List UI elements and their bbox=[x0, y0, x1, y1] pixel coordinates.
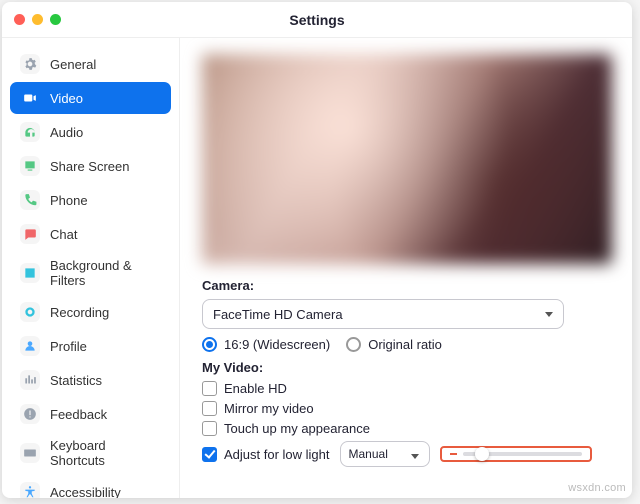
sidebar-item-label: Profile bbox=[50, 339, 87, 354]
sidebar-item-feedback[interactable]: Feedback bbox=[10, 398, 171, 430]
maximize-icon[interactable] bbox=[50, 14, 61, 25]
statistics-icon bbox=[20, 370, 40, 390]
sidebar-item-label: Statistics bbox=[50, 373, 102, 388]
radio-label: Original ratio bbox=[368, 337, 442, 352]
sidebar-item-label: Audio bbox=[50, 125, 83, 140]
sidebar-item-background-filters[interactable]: Background & Filters bbox=[10, 252, 171, 294]
low-light-slider-highlight bbox=[440, 446, 592, 462]
sidebar-item-label: Feedback bbox=[50, 407, 107, 422]
sidebar-item-accessibility[interactable]: Accessibility bbox=[10, 476, 171, 498]
checkbox-icon bbox=[202, 447, 217, 462]
content-pane: Camera: FaceTime HD Camera 16:9 (Widescr… bbox=[180, 38, 632, 498]
share-screen-icon bbox=[20, 156, 40, 176]
sidebar-item-recording[interactable]: Recording bbox=[10, 296, 171, 328]
checkbox-label: Adjust for low light bbox=[224, 447, 330, 462]
checkbox-label: Touch up my appearance bbox=[224, 421, 370, 436]
radio-label: 16:9 (Widescreen) bbox=[224, 337, 330, 352]
sidebar-item-label: General bbox=[50, 57, 96, 72]
aspect-widescreen-radio[interactable]: 16:9 (Widescreen) bbox=[202, 337, 330, 352]
feedback-icon bbox=[20, 404, 40, 424]
checkbox-icon bbox=[202, 401, 217, 416]
sidebar-item-profile[interactable]: Profile bbox=[10, 330, 171, 362]
watermark: wsxdn.com bbox=[568, 482, 626, 494]
checkbox-label: Mirror my video bbox=[224, 401, 314, 416]
sidebar-item-chat[interactable]: Chat bbox=[10, 218, 171, 250]
sidebar-item-label: Keyboard Shortcuts bbox=[50, 438, 161, 468]
sidebar-item-phone[interactable]: Phone bbox=[10, 184, 171, 216]
sidebar-item-keyboard-shortcuts[interactable]: Keyboard Shortcuts bbox=[10, 432, 171, 474]
camera-selected-value: FaceTime HD Camera bbox=[213, 307, 343, 322]
radio-icon bbox=[202, 337, 217, 352]
sidebar-item-label: Phone bbox=[50, 193, 88, 208]
phone-icon bbox=[20, 190, 40, 210]
checkbox-label: Enable HD bbox=[224, 381, 287, 396]
sidebar-item-general[interactable]: General bbox=[10, 48, 171, 80]
sidebar: General Video Audio Share Screen Phone C bbox=[2, 38, 180, 498]
headphones-icon bbox=[20, 122, 40, 142]
adjust-low-light-checkbox[interactable]: Adjust for low light bbox=[202, 447, 330, 462]
chat-icon bbox=[20, 224, 40, 244]
mirror-video-checkbox[interactable]: Mirror my video bbox=[202, 401, 612, 416]
minus-icon bbox=[450, 453, 458, 455]
sidebar-item-label: Accessibility bbox=[50, 485, 121, 499]
sidebar-item-statistics[interactable]: Statistics bbox=[10, 364, 171, 396]
low-light-slider[interactable] bbox=[463, 452, 581, 456]
aspect-original-radio[interactable]: Original ratio bbox=[346, 337, 442, 352]
sidebar-item-label: Share Screen bbox=[50, 159, 130, 174]
titlebar: Settings bbox=[2, 2, 632, 38]
sidebar-item-share-screen[interactable]: Share Screen bbox=[10, 150, 171, 182]
record-icon bbox=[20, 302, 40, 322]
video-icon bbox=[20, 88, 40, 108]
low-light-mode-select[interactable]: Manual bbox=[340, 441, 430, 467]
sidebar-item-label: Recording bbox=[50, 305, 109, 320]
camera-select[interactable]: FaceTime HD Camera bbox=[202, 299, 564, 329]
sidebar-item-label: Video bbox=[50, 91, 83, 106]
sidebar-item-label: Chat bbox=[50, 227, 77, 242]
filters-icon bbox=[20, 263, 40, 283]
low-light-mode-value: Manual bbox=[349, 447, 388, 461]
settings-window: Settings General Video Audio Share Scree… bbox=[2, 2, 632, 498]
touch-up-checkbox[interactable]: Touch up my appearance bbox=[202, 421, 612, 436]
sidebar-item-audio[interactable]: Audio bbox=[10, 116, 171, 148]
sidebar-item-video[interactable]: Video bbox=[10, 82, 171, 114]
window-title: Settings bbox=[289, 12, 344, 28]
profile-icon bbox=[20, 336, 40, 356]
my-video-section-label: My Video: bbox=[202, 360, 612, 375]
camera-preview bbox=[202, 54, 612, 264]
gear-icon bbox=[20, 54, 40, 74]
accessibility-icon bbox=[20, 482, 40, 498]
slider-thumb[interactable] bbox=[475, 447, 489, 461]
enable-hd-checkbox[interactable]: Enable HD bbox=[202, 381, 612, 396]
window-controls bbox=[14, 14, 61, 25]
camera-section-label: Camera: bbox=[202, 278, 612, 293]
radio-icon bbox=[346, 337, 361, 352]
checkbox-icon bbox=[202, 421, 217, 436]
sidebar-item-label: Background & Filters bbox=[50, 258, 161, 288]
keyboard-icon bbox=[20, 443, 40, 463]
close-icon[interactable] bbox=[14, 14, 25, 25]
checkbox-icon bbox=[202, 381, 217, 396]
minimize-icon[interactable] bbox=[32, 14, 43, 25]
